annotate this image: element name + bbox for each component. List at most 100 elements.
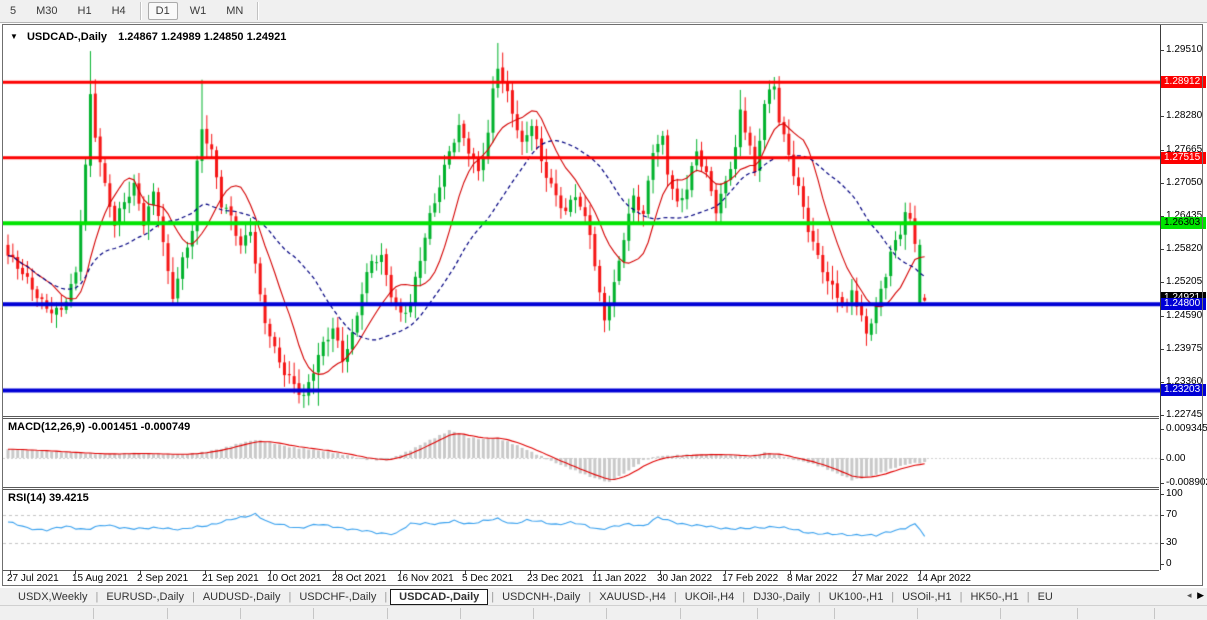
x-axis-tick-mark <box>400 570 401 574</box>
tab-separator: | <box>192 591 195 603</box>
tab-separator: | <box>95 591 98 603</box>
panel-separator[interactable] <box>3 416 1159 417</box>
rsi-axis-tick-mark <box>1160 564 1164 565</box>
y-axis-price-label: 1.27050 <box>1166 177 1202 188</box>
x-axis-tick-mark <box>10 570 11 574</box>
y-axis-price-label: 1.25205 <box>1166 276 1202 287</box>
tab-separator: | <box>491 591 494 603</box>
tab-separator: | <box>960 591 963 603</box>
chart-symbol-label: USDCAD-,Daily <box>27 31 107 43</box>
x-axis-tick-mark <box>660 570 661 574</box>
price-level-label-1.24800: 1.24800 <box>1161 298 1206 310</box>
price-chart-canvas[interactable] <box>3 25 1160 417</box>
x-axis-tick-mark <box>140 570 141 574</box>
chart-title: ▼ USDCAD-,Daily 1.24867 1.24989 1.24850 … <box>10 31 286 43</box>
timeframe-button-H1[interactable]: H1 <box>70 2 100 20</box>
rsi-label: RSI(14) 39.4215 <box>8 492 89 504</box>
status-bar-cell-divider <box>1154 608 1155 619</box>
chart-tab-xauusd-h4[interactable]: XAUUSD-,H4 <box>594 591 671 603</box>
price-level-label-1.28912: 1.28912 <box>1161 76 1206 88</box>
y-axis-tick-mark <box>1160 50 1164 51</box>
chart-tab-usdchf-daily[interactable]: USDCHF-,Daily <box>294 591 381 603</box>
panel-separator[interactable] <box>3 487 1159 488</box>
x-axis-date-label: 21 Sep 2021 <box>202 573 259 584</box>
chart-ohlc-values: 1.24867 1.24989 1.24850 1.24921 <box>118 31 286 43</box>
x-axis-date-label: 5 Dec 2021 <box>462 573 513 584</box>
y-axis-tick-mark <box>1160 249 1164 250</box>
chart-tab-usdcad-daily[interactable]: USDCAD-,Daily <box>390 589 488 605</box>
status-bar-cell-divider <box>757 608 758 619</box>
tab-scroll-arrows: ◂ ▶ <box>1184 590 1204 601</box>
tab-scroll-right-icon[interactable]: ▶ <box>1197 590 1204 600</box>
chart-tab-ukoil-h4[interactable]: UKOil-,H4 <box>680 591 740 603</box>
y-axis-price-label: 1.24590 <box>1166 310 1202 321</box>
status-bar-cell-divider <box>167 608 168 619</box>
chart-tab-eurusd-daily[interactable]: EURUSD-,Daily <box>101 591 189 603</box>
tab-separator: | <box>674 591 677 603</box>
rsi-indicator-canvas[interactable] <box>3 490 1160 570</box>
status-bar-cell-divider <box>93 608 94 619</box>
status-bar-cell-divider <box>1077 608 1078 619</box>
x-axis-date-label: 16 Nov 2021 <box>397 573 454 584</box>
timeframe-button-M30[interactable]: M30 <box>28 2 65 20</box>
status-bar-cell-divider <box>680 608 681 619</box>
tab-separator: | <box>1027 591 1030 603</box>
timeframe-button-MN[interactable]: MN <box>218 2 251 20</box>
status-bar-cell-divider <box>387 608 388 619</box>
tab-separator: | <box>384 591 387 603</box>
x-axis-date-label: 15 Aug 2021 <box>72 573 128 584</box>
chart-tab-dj30-daily[interactable]: DJ30-,Daily <box>748 591 815 603</box>
chart-tab-hk50-h1[interactable]: HK50-,H1 <box>965 591 1023 603</box>
status-bar-cell-divider <box>917 608 918 619</box>
macd-axis-label: 0.009345 <box>1166 423 1207 434</box>
status-bar-cell-divider <box>834 608 835 619</box>
x-axis-tick-mark <box>75 570 76 574</box>
y-axis-tick-mark <box>1160 382 1164 383</box>
x-axis-date-label: 30 Jan 2022 <box>657 573 712 584</box>
timeframe-separator <box>257 2 259 20</box>
y-axis-tick-mark <box>1160 316 1164 317</box>
timeframe-toolbar: 5M30 H1H4 D1W1MN <box>0 0 1207 23</box>
macd-axis-tick-mark <box>1160 459 1164 460</box>
timeframe-button-H4[interactable]: H4 <box>104 2 134 20</box>
x-axis-date-label: 17 Feb 2022 <box>722 573 778 584</box>
price-level-label-1.23203: 1.23203 <box>1161 384 1206 396</box>
x-axis-tick-mark <box>790 570 791 574</box>
x-axis-line <box>3 570 1159 571</box>
symbol-tab-bar: USDX,Weekly|EURUSD-,Daily|AUDUSD-,Daily|… <box>0 588 1207 605</box>
rsi-axis-tick-mark <box>1160 515 1164 516</box>
x-axis-tick-mark <box>335 570 336 574</box>
status-bar-cell-divider <box>606 608 607 619</box>
y-axis-price-label: 1.29510 <box>1166 44 1202 55</box>
x-axis-date-label: 27 Mar 2022 <box>852 573 908 584</box>
x-axis-date-label: 8 Mar 2022 <box>787 573 838 584</box>
y-axis-tick-mark <box>1160 349 1164 350</box>
y-axis-tick-mark <box>1160 415 1164 416</box>
timeframe-button-5[interactable]: 5 <box>2 2 24 20</box>
chart-tab-usoil-h1[interactable]: USOil-,H1 <box>897 591 957 603</box>
y-axis-tick-mark <box>1160 150 1164 151</box>
price-level-label-1.26303: 1.26303 <box>1161 217 1206 229</box>
x-axis-tick-mark <box>465 570 466 574</box>
rsi-axis-label: 0 <box>1166 558 1172 569</box>
rsi-axis-tick-mark <box>1160 494 1164 495</box>
status-bar-cell-divider <box>533 608 534 619</box>
chart-tab-usdx-weekly[interactable]: USDX,Weekly <box>13 591 92 603</box>
tab-scroll-left-icon[interactable]: ◂ <box>1187 590 1192 600</box>
timeframe-button-D1[interactable]: D1 <box>148 2 178 20</box>
chart-menu-icon[interactable]: ▼ <box>10 32 18 41</box>
chart-tab-uk100-h1[interactable]: UK100-,H1 <box>824 591 888 603</box>
chart-tab-usdcnh-daily[interactable]: USDCNH-,Daily <box>497 591 585 603</box>
x-axis-date-label: 23 Dec 2021 <box>527 573 584 584</box>
x-axis-tick-mark <box>855 570 856 574</box>
x-axis-tick-mark <box>725 570 726 574</box>
x-axis-date-label: 28 Oct 2021 <box>332 573 386 584</box>
y-axis-tick-mark <box>1160 282 1164 283</box>
macd-axis-tick-mark <box>1160 483 1164 484</box>
chart-tab-audusd-daily[interactable]: AUDUSD-,Daily <box>198 591 286 603</box>
trading-app: { "toolbar":{ "timeframes":[ {"label":"5… <box>0 0 1207 619</box>
chart-tab-eu[interactable]: EU <box>1033 591 1058 603</box>
status-bar-cell-divider <box>1000 608 1001 619</box>
timeframe-button-W1[interactable]: W1 <box>182 2 215 20</box>
x-axis-tick-mark <box>205 570 206 574</box>
